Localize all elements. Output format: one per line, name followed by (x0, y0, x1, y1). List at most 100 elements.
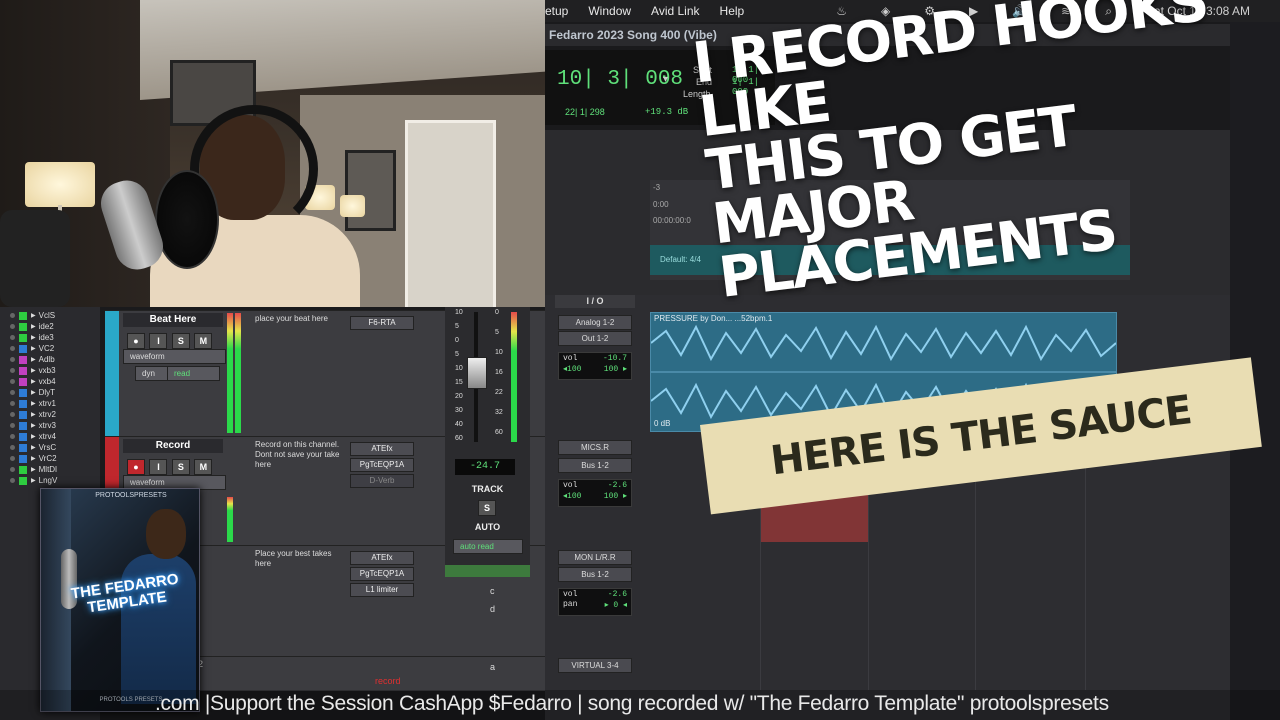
expand-arrow-icon[interactable]: ▶ (31, 334, 36, 341)
insert-slot[interactable]: PgTcEQP1A (350, 567, 414, 581)
insert-slot[interactable]: L1 limiter (350, 583, 414, 597)
track-list-item[interactable]: ▶ LngV (0, 475, 100, 486)
visibility-dot-icon[interactable] (10, 467, 15, 472)
track-color-icon (19, 421, 27, 430)
visibility-dot-icon[interactable] (10, 324, 15, 329)
visibility-dot-icon[interactable] (10, 313, 15, 318)
view-dropdown[interactable]: waveform (123, 349, 226, 364)
insert-slot[interactable]: F6-RTA (350, 316, 414, 330)
track-comment[interactable]: Place your best takes here (255, 549, 340, 569)
expand-arrow-icon[interactable]: ▶ (31, 422, 36, 429)
visibility-dot-icon[interactable] (10, 423, 15, 428)
track-list-item[interactable]: ▶ xtrv1 (0, 398, 100, 409)
expand-arrow-icon[interactable]: ▶ (31, 455, 36, 462)
track-list-item[interactable]: ▶ vxb3 (0, 365, 100, 376)
virtual-output[interactable]: VIRTUAL 3-4 (558, 658, 632, 673)
expand-arrow-icon[interactable]: ▶ (31, 356, 36, 363)
expand-arrow-icon[interactable]: ▶ (31, 323, 36, 330)
meter-scale-label: 10 (495, 349, 503, 356)
expand-arrow-icon[interactable]: ▶ (31, 378, 36, 385)
mute-button[interactable]: M (194, 459, 213, 475)
dyn-button[interactable]: dyn (135, 366, 171, 381)
track-list-item[interactable]: ▶ ide3 (0, 332, 100, 343)
track-name[interactable]: Beat Here (123, 313, 223, 327)
insert-slot[interactable]: PgTcEQP1A (350, 458, 414, 472)
expand-arrow-icon[interactable]: ▶ (31, 411, 36, 418)
track-list-item[interactable]: ▶ MltDl (0, 464, 100, 475)
expand-arrow-icon[interactable]: ▶ (31, 444, 36, 451)
track3-vol-pan[interactable]: vol -2.6 pan ▸ 0 ◂ (558, 588, 632, 616)
expand-arrow-icon[interactable]: ▶ (31, 312, 36, 319)
track3-output[interactable]: Bus 1-2 (558, 567, 632, 582)
expand-arrow-icon[interactable]: ▶ (31, 477, 36, 484)
track2-input[interactable]: MICS.R (558, 440, 632, 455)
expand-arrow-icon[interactable]: ▶ (31, 400, 36, 407)
visibility-dot-icon[interactable] (10, 401, 15, 406)
visibility-dot-icon[interactable] (10, 379, 15, 384)
expand-arrow-icon[interactable]: ▶ (31, 345, 36, 352)
record-enable-button[interactable]: ● (127, 333, 145, 349)
track-list-item[interactable]: ▶ xtrv4 (0, 431, 100, 442)
record-enable-button[interactable]: ● (127, 459, 145, 475)
track-list-item[interactable]: ▶ VclS (0, 310, 100, 321)
track1-output[interactable]: Out 1-2 (558, 331, 632, 346)
track-list-label: VC2 (38, 344, 55, 353)
visibility-dot-icon[interactable] (10, 368, 15, 373)
auto-mode-dropdown[interactable]: auto read (453, 539, 523, 554)
expand-arrow-icon[interactable]: ▶ (31, 466, 36, 473)
track-comment[interactable]: Record on this channel. Dont not save yo… (255, 440, 340, 470)
expand-arrow-icon[interactable]: ▶ (31, 389, 36, 396)
insert-slot[interactable]: D-Verb (350, 474, 414, 488)
track1-input[interactable]: Analog 1-2 (558, 315, 632, 330)
input-monitor-button[interactable]: I (149, 459, 168, 475)
fader-scale-label: 15 (455, 379, 463, 386)
visibility-dot-icon[interactable] (10, 335, 15, 340)
expand-arrow-icon[interactable]: ▶ (31, 433, 36, 440)
insert-slot[interactable]: ATEfx (350, 442, 414, 456)
solo-button[interactable]: S (171, 459, 190, 475)
track-list-item[interactable]: ▶ vxb4 (0, 376, 100, 387)
track-list-item[interactable]: ▶ xtrv3 (0, 420, 100, 431)
track-list-item[interactable]: ▶ xtrv2 (0, 409, 100, 420)
menu-window[interactable]: Window (588, 4, 631, 18)
track-list-item[interactable]: ▶ VrC2 (0, 453, 100, 464)
track2-output[interactable]: Bus 1-2 (558, 458, 632, 473)
visibility-dot-icon[interactable] (10, 456, 15, 461)
visibility-dot-icon[interactable] (10, 412, 15, 417)
track-list-item[interactable]: ▶ VC2 (0, 343, 100, 354)
solo-button[interactable]: S (478, 500, 496, 516)
track-list-item[interactable]: ▶ DlyT (0, 387, 100, 398)
expand-arrow-icon[interactable]: ▶ (31, 367, 36, 374)
track-list-label: xtrv1 (38, 399, 56, 408)
visibility-dot-icon[interactable] (10, 434, 15, 439)
menu-setup[interactable]: etup (545, 4, 568, 18)
track-list-item[interactable]: ▶ VrsC (0, 442, 100, 453)
chevron-down-icon[interactable]: ▾ (663, 74, 668, 85)
automation-dropdown[interactable]: read (167, 366, 220, 381)
menu-help[interactable]: Help (720, 4, 745, 18)
insert-slot[interactable]: ATEfx (350, 551, 414, 565)
track-list-item[interactable]: ▶ Adlb (0, 354, 100, 365)
visibility-dot-icon[interactable] (10, 445, 15, 450)
visibility-dot-icon[interactable] (10, 346, 15, 351)
audio-region[interactable]: PRESSURE by Don... ...52bpm.1 (650, 312, 1117, 372)
track2-vol-pan[interactable]: vol -2.6 ◂100 100 ▸ (558, 479, 632, 507)
fader-scale-label: 60 (455, 435, 463, 442)
track-color-icon (19, 366, 27, 375)
track-comment[interactable]: place your beat here (255, 314, 340, 324)
track1-vol-pan[interactable]: vol -10.7 ◂100 100 ▸ (558, 352, 632, 380)
track-list-label: Adlb (38, 355, 55, 364)
track-name[interactable]: Record (123, 439, 223, 453)
volume-fader[interactable] (467, 357, 487, 389)
visibility-dot-icon[interactable] (10, 357, 15, 362)
mute-button[interactable]: M (194, 333, 213, 349)
visibility-dot-icon[interactable] (10, 390, 15, 395)
solo-button[interactable]: S (171, 333, 190, 349)
fader-readout[interactable]: -24.7 (455, 459, 515, 475)
pop-filter (155, 170, 219, 269)
input-monitor-button[interactable]: I (149, 333, 168, 349)
menu-avid-link[interactable]: Avid Link (651, 4, 699, 18)
track-list-item[interactable]: ▶ ide2 (0, 321, 100, 332)
visibility-dot-icon[interactable] (10, 478, 15, 483)
track3-input[interactable]: MON L/R.R (558, 550, 632, 565)
